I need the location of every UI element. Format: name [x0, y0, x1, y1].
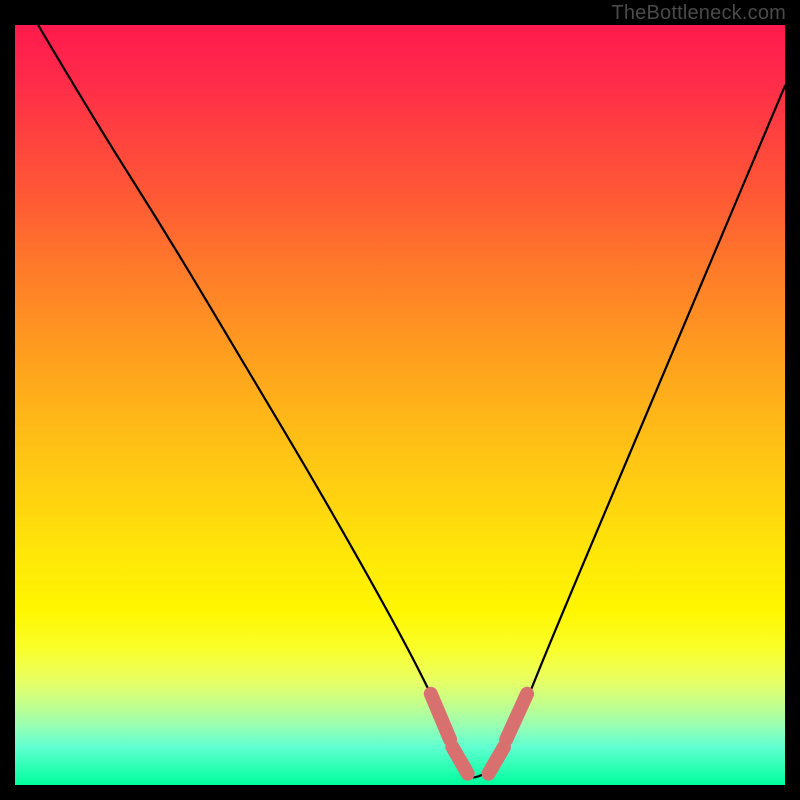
highlight-right-seg1	[489, 747, 504, 774]
highlight-right-seg2	[506, 694, 527, 740]
curve-path	[38, 25, 785, 777]
plot-area	[15, 25, 785, 785]
watermark-label: TheBottleneck.com	[611, 2, 786, 25]
highlight-left-seg2	[452, 747, 467, 774]
bottleneck-curve	[15, 25, 785, 785]
highlight-left-seg1	[431, 694, 450, 740]
chart-frame: TheBottleneck.com	[0, 0, 800, 800]
